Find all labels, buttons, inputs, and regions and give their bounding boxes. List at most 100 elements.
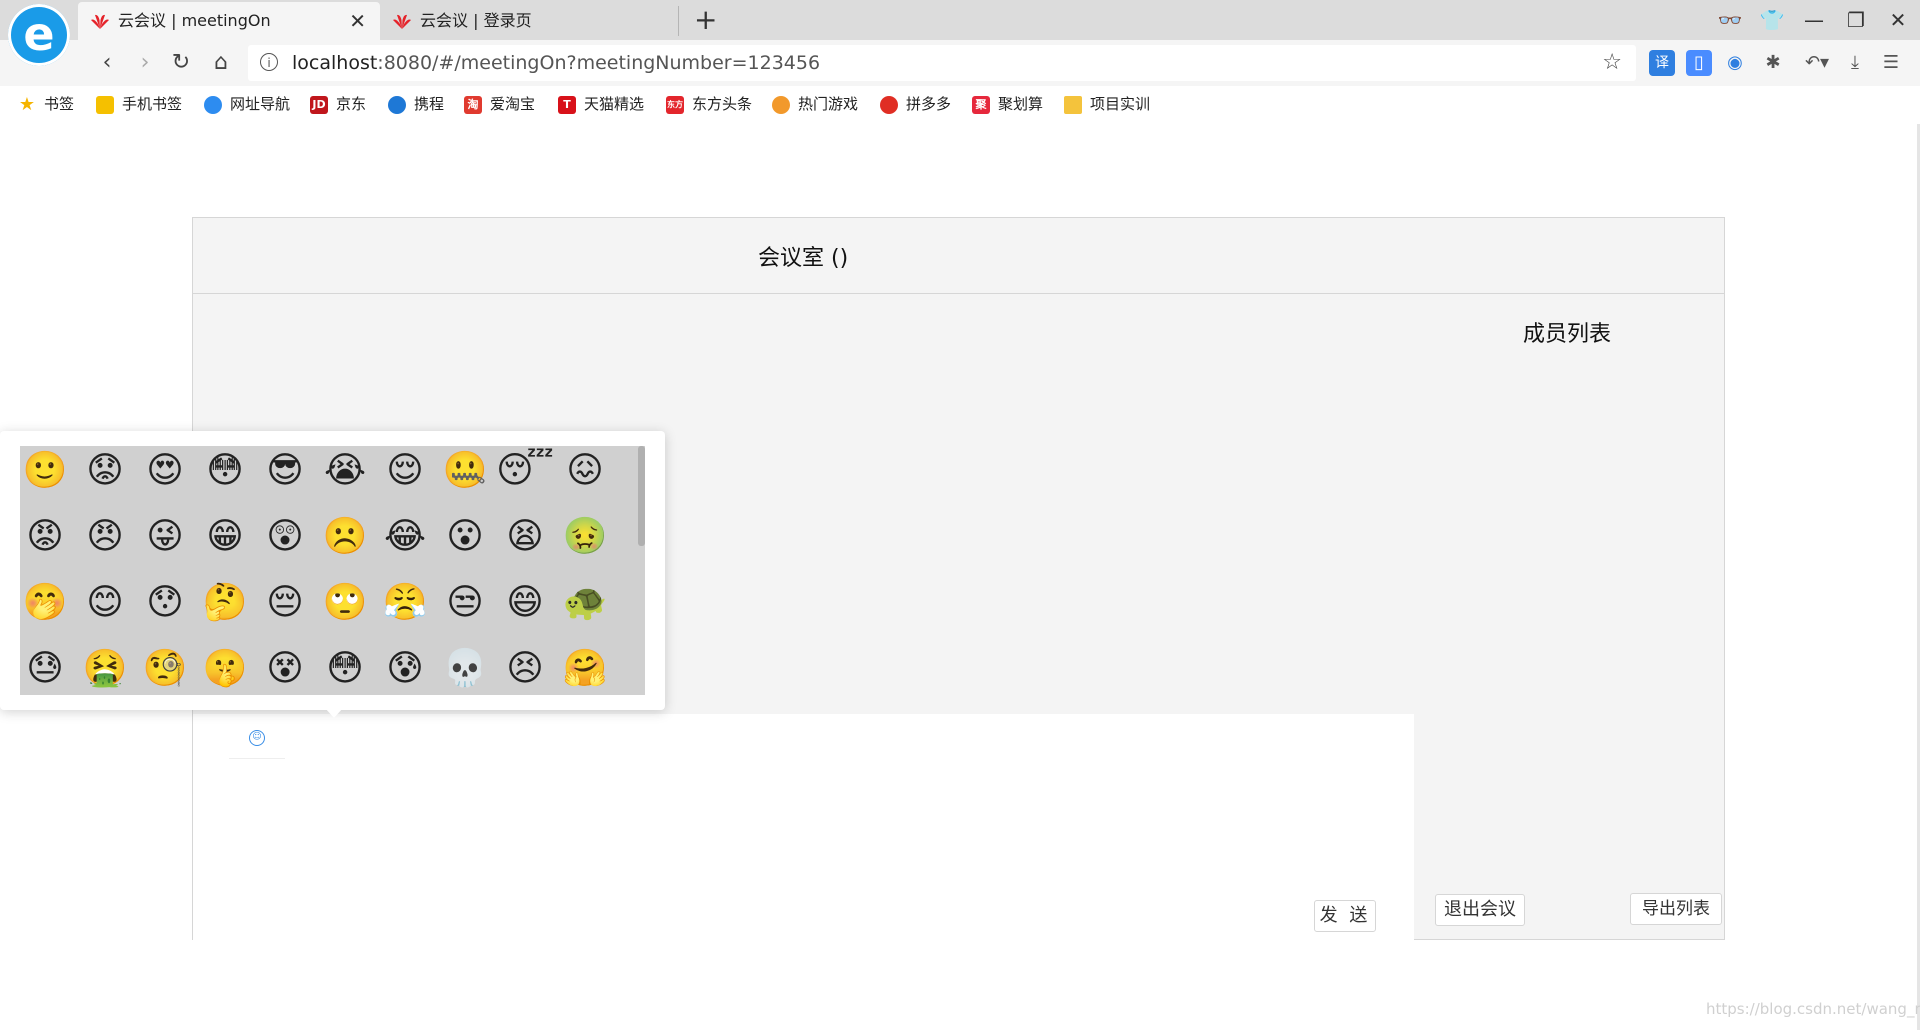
emoji-item[interactable]: 😄	[495, 573, 555, 633]
bookmark-item[interactable]: JD 京东	[310, 86, 366, 122]
emoji-item[interactable]: 😳	[315, 639, 375, 695]
emoji-item[interactable]: 😖	[555, 446, 615, 501]
emoji-item[interactable]: 😌	[375, 446, 435, 501]
exit-meeting-button[interactable]: 退出会议	[1435, 894, 1525, 926]
notes-icon[interactable]: ▯	[1686, 50, 1712, 76]
browser-logo[interactable]: e	[8, 4, 70, 66]
emoji-item[interactable]: 😮	[435, 507, 495, 567]
emoji-item[interactable]: 😰	[375, 639, 435, 695]
pinduoduo-icon	[880, 95, 898, 114]
tab-strip: 云会议 | meetingOn ✕ 云会议 | 登录页 + 👓 👕 — ❐ ✕	[0, 0, 1920, 40]
extension-badge-icon[interactable]: ◉	[1722, 50, 1748, 76]
emoji-item[interactable]: 🙂	[20, 446, 75, 501]
member-list-title: 成员列表	[1523, 322, 1612, 347]
emoji-item[interactable]: 😒	[435, 573, 495, 633]
bookmark-item[interactable]: 网址导航	[204, 86, 290, 122]
info-icon[interactable]: i	[260, 53, 278, 71]
bookmark-item[interactable]: 项目实训	[1064, 86, 1150, 122]
emoji-picker: 🙂 😟 😍 😳 😎 😭 😌 🤐 😴 😖 😡 😠 😜 😁 😲 ☹️ 😂 😮 😫 🤢 🤭 😊 😯 🤔 😔 🙄 😤 😒 😄 🐢 😓 🤮 🧐 🤫 😵 😳 😰 💀 😣…	[0, 431, 665, 718]
emoji-item[interactable]: 🤮	[75, 639, 135, 695]
emoji-item[interactable]: 😡	[20, 507, 75, 567]
ctrip-icon	[388, 95, 406, 114]
emoji-item[interactable]: 🤗	[555, 639, 615, 695]
emoji-item[interactable]: 😊	[75, 573, 135, 633]
back-icon[interactable]: ‹	[92, 48, 122, 78]
emoji-item[interactable]: 🐢	[555, 573, 615, 633]
close-icon[interactable]: ✕	[349, 2, 366, 40]
minimize-icon[interactable]: —	[1800, 8, 1828, 32]
bookmark-item[interactable]: 拼多多	[880, 86, 951, 122]
emoji-item[interactable]: 😁	[195, 507, 255, 567]
emoji-item[interactable]: 🧐	[135, 639, 195, 695]
plus-icon[interactable]: +	[694, 2, 717, 38]
tab-login[interactable]: 云会议 | 登录页	[380, 2, 678, 40]
page-title: 会议室 ()	[758, 246, 849, 271]
bookmark-item[interactable]: 东方 东方头条	[666, 86, 752, 122]
emoji-item[interactable]: 😂	[375, 507, 435, 567]
smiley-icon[interactable]: ☺	[249, 730, 265, 746]
message-input[interactable]: ☺ 发 送	[193, 714, 1414, 940]
bookmarks-bar: ★ 书签 手机书签 网址导航 JD 京东 携程 淘爱淘宝 T 天猫精选 东方 东方头条 …	[0, 86, 1920, 122]
emoji-item[interactable]: 😜	[135, 507, 195, 567]
address-bar[interactable]: i localhost:8080/#/meetingOn?meetingNumb…	[248, 45, 1636, 81]
tab-meeting[interactable]: 云会议 | meetingOn ✕	[78, 2, 380, 40]
emoji-item[interactable]: 😓	[20, 639, 75, 695]
tab-label: 云会议 | 登录页	[420, 11, 532, 30]
bookmark-item[interactable]: 携程	[388, 86, 444, 122]
emoji-item[interactable]: 😳	[195, 446, 255, 501]
emoji-item[interactable]: 😭	[315, 446, 375, 501]
emoji-item[interactable]: 😯	[135, 573, 195, 633]
emoji-item[interactable]: 😔	[255, 573, 315, 633]
scrollbar-thumb[interactable]	[638, 446, 645, 546]
popover-arrow	[325, 708, 343, 718]
folder-icon	[1064, 95, 1082, 114]
emoji-item[interactable]: 🤫	[195, 639, 255, 695]
bookmark-item[interactable]: 热门游戏	[772, 86, 858, 122]
emoji-item[interactable]: 😫	[495, 507, 555, 567]
bookmark-item[interactable]: 淘爱淘宝	[464, 86, 535, 122]
emoji-item[interactable]: 😵	[255, 639, 315, 695]
emoji-item[interactable]: 😲	[255, 507, 315, 567]
export-list-button[interactable]: 导出列表	[1630, 893, 1722, 925]
bookmark-item[interactable]: ★ 书签	[18, 86, 74, 122]
taobao-icon: 淘	[464, 95, 482, 114]
jd-icon: JD	[310, 95, 328, 114]
forward-icon[interactable]: ›	[130, 48, 160, 78]
watermark: https://blog.csdn.net/wang_ra	[1706, 1000, 1920, 1018]
shirt-icon[interactable]: 👕	[1758, 8, 1786, 32]
star-icon[interactable]: ☆	[1602, 45, 1622, 81]
menu-icon[interactable]: ☰	[1878, 50, 1904, 76]
emoji-item[interactable]: 😍	[135, 446, 195, 501]
close-window-icon[interactable]: ✕	[1884, 8, 1912, 32]
emoji-item[interactable]: 😤	[375, 573, 435, 633]
emoji-item[interactable]: 🤭	[20, 573, 75, 633]
emoji-item[interactable]: 🤔	[195, 573, 255, 633]
bookmark-item[interactable]: T 天猫精选	[558, 86, 644, 122]
undo-icon[interactable]: ↶▾	[1800, 50, 1834, 76]
emoji-item[interactable]: 🤐	[435, 446, 495, 501]
emoji-item[interactable]: 😠	[75, 507, 135, 567]
translate-icon[interactable]: 译	[1649, 50, 1675, 76]
emoji-item[interactable]: 😟	[75, 446, 135, 501]
emoji-item[interactable]: 💀	[435, 639, 495, 695]
emoji-item[interactable]: ☹️	[315, 507, 375, 567]
tmall-icon: T	[558, 95, 576, 114]
emoji-item[interactable]: 🤢	[555, 507, 615, 567]
emoji-item[interactable]: 🙄	[315, 573, 375, 633]
emoji-item[interactable]: 😎	[255, 446, 315, 501]
download-icon[interactable]: ⤓	[1842, 50, 1868, 76]
juhuasuan-icon: 聚	[972, 95, 990, 114]
home-icon[interactable]: ⌂	[206, 48, 236, 78]
restore-icon[interactable]: ❐	[1842, 8, 1870, 32]
url-text[interactable]: localhost:8080/#/meetingOn?meetingNumber…	[292, 45, 820, 81]
tab-label: 云会议 | meetingOn	[118, 11, 271, 30]
emoji-item[interactable]: 😴	[495, 446, 555, 501]
puzzle-icon[interactable]: ✱	[1760, 50, 1786, 76]
reload-icon[interactable]: ↻	[166, 48, 196, 78]
send-button[interactable]: 发 送	[1314, 900, 1376, 932]
bookmark-item[interactable]: 手机书签	[96, 86, 182, 122]
game-icon	[772, 95, 790, 114]
incognito-icon[interactable]: 👓	[1716, 8, 1744, 32]
bookmark-item[interactable]: 聚聚划算	[972, 86, 1043, 122]
emoji-item[interactable]: 😣	[495, 639, 555, 695]
